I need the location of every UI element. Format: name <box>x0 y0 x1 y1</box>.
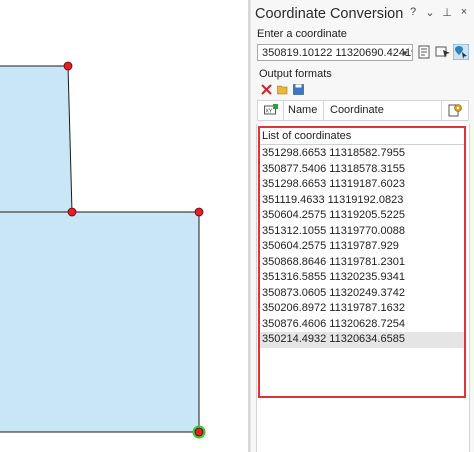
map-point-tool-icon[interactable] <box>453 44 469 60</box>
coordinate-list-item[interactable]: 350876.4606 11320628.7254 <box>260 317 464 333</box>
close-button[interactable]: × <box>459 6 469 19</box>
name-column-header[interactable]: Name <box>284 101 324 120</box>
add-format-icon[interactable]: XY <box>264 104 278 116</box>
open-folder-icon[interactable] <box>277 84 288 95</box>
delete-icon[interactable] <box>261 84 272 95</box>
coordinate-list-item[interactable]: 351298.6653 11318582.7955 <box>260 146 464 162</box>
vertex-marker[interactable] <box>194 207 204 217</box>
coordinate-list-item[interactable]: 350604.2575 11319787.929 <box>260 239 464 255</box>
svg-text:XY: XY <box>266 109 273 115</box>
chevron-down-icon[interactable]: ▼ <box>401 45 409 60</box>
flash-point-icon[interactable] <box>435 44 451 60</box>
coordinate-list-item[interactable]: 350868.8646 11319781.2301 <box>260 255 464 271</box>
coordinate-list-item[interactable]: 350604.2575 11319205.5225 <box>260 208 464 224</box>
vertex-marker[interactable] <box>63 61 73 71</box>
output-formats-grid-header: XY Name Coordinate <box>257 100 469 121</box>
coordinate-list-item[interactable]: 351119.4633 11319192.0823 <box>260 193 464 209</box>
options-dropdown-button[interactable]: ⌄ <box>425 6 435 19</box>
coordinate-rows: 351298.6653 11318582.7955 350877.5406 113… <box>260 146 464 348</box>
help-button[interactable]: ? <box>408 6 418 19</box>
pin-button[interactable]: ⊥ <box>442 6 452 19</box>
coordinate-list-item[interactable]: 351312.1055 11319770.0088 <box>260 224 464 240</box>
coordinate-input-value: 350819.10122 11320690.424196 <box>262 47 413 59</box>
pane-title: Coordinate Conversion <box>255 6 404 22</box>
save-icon[interactable] <box>293 84 304 95</box>
enter-coordinate-label: Enter a coordinate <box>257 28 347 40</box>
coordinate-list-item[interactable]: 350873.0605 11320249.3742 <box>260 286 464 302</box>
coordinate-column-header[interactable]: Coordinate <box>324 101 442 120</box>
coordinate-list-item[interactable]: 350877.5406 11318578.3155 <box>260 162 464 178</box>
selected-vertex-marker[interactable] <box>194 427 204 437</box>
coordinate-input[interactable]: 350819.10122 11320690.424196 ▼ <box>257 44 413 61</box>
parcel-polygon[interactable] <box>0 65 200 433</box>
format-settings-icon[interactable] <box>448 103 462 117</box>
pane-window-buttons: ? ⌄ ⊥ × <box>408 6 469 19</box>
format-settings-cell[interactable] <box>442 101 468 120</box>
vertex-marker[interactable] <box>67 207 77 217</box>
map-view[interactable] <box>0 0 248 452</box>
list-header: List of coordinates <box>262 130 352 142</box>
coordinate-list-item[interactable]: 351298.6653 11319187.6023 <box>260 177 464 193</box>
coordinate-list-item[interactable]: 351316.5855 11320235.9341 <box>260 270 464 286</box>
map-canvas[interactable] <box>0 0 248 452</box>
list-header-divider <box>260 144 464 145</box>
coordinate-list-item[interactable]: 350214.4932 11320634.6585 <box>260 332 464 348</box>
output-formats-label: Output formats <box>259 68 332 80</box>
coordinate-list-item[interactable]: 350206.8972 11319787.1632 <box>260 301 464 317</box>
coordinate-list[interactable]: List of coordinates 351298.6653 11318582… <box>258 126 466 398</box>
add-format-cell[interactable]: XY <box>258 101 284 120</box>
copy-coordinate-icon[interactable] <box>417 44 433 60</box>
